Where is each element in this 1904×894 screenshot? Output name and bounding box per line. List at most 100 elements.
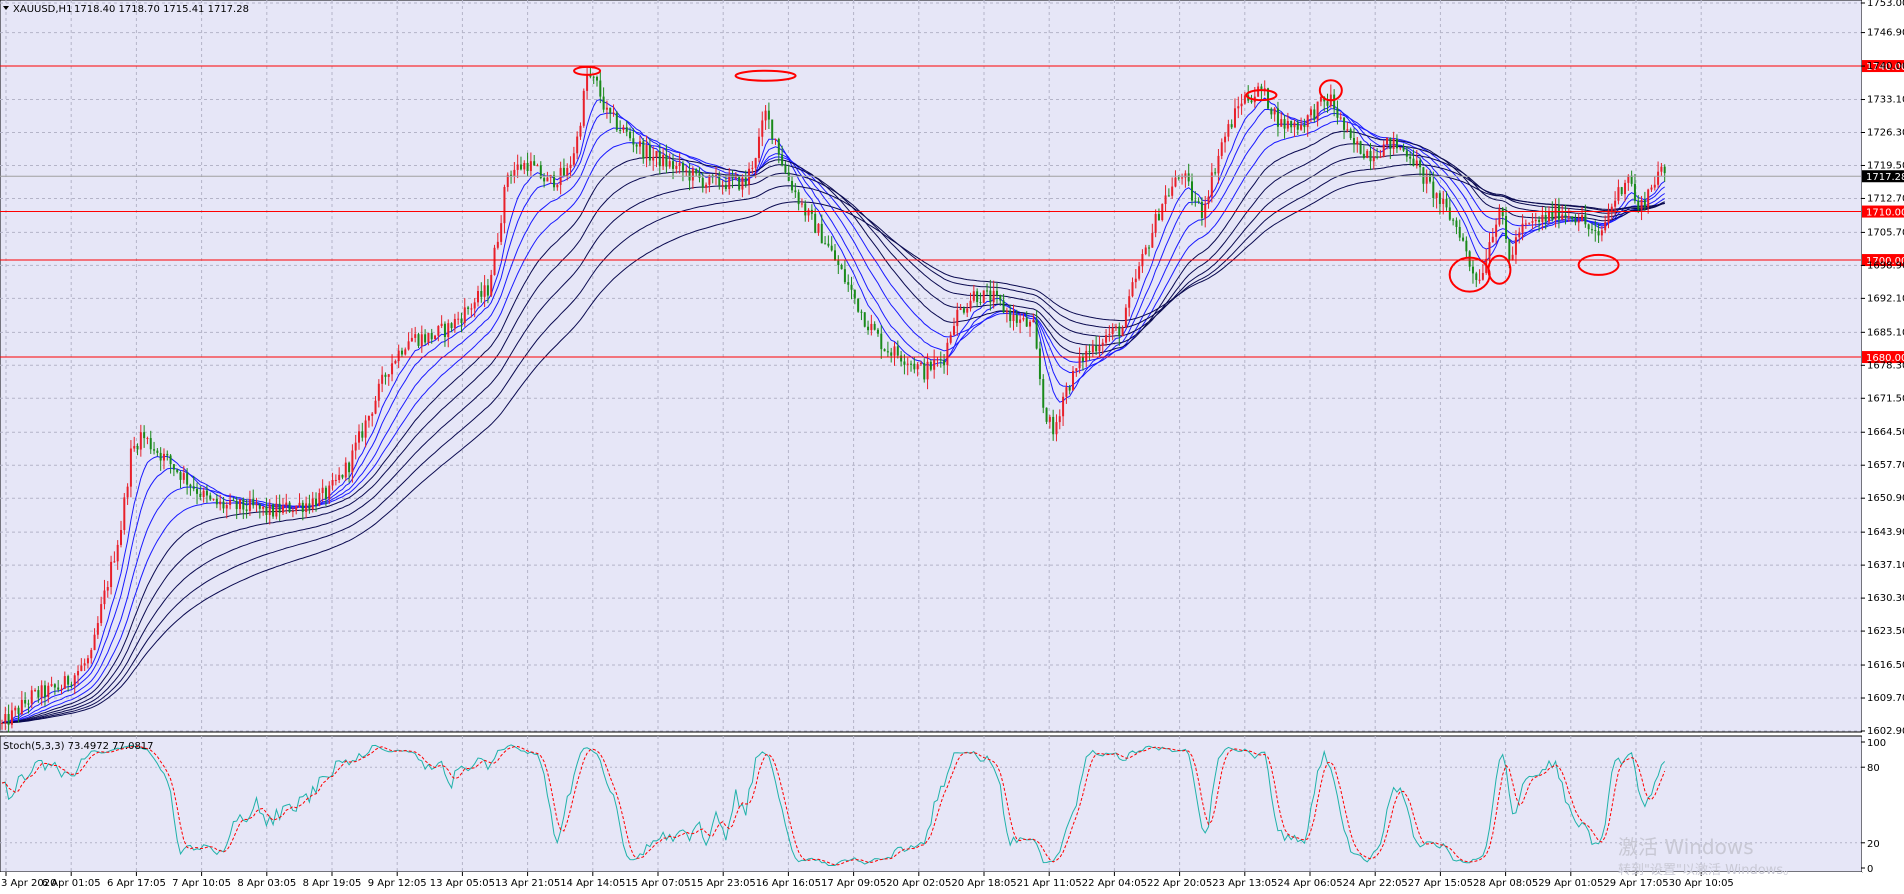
time-tick-label: 24 Apr 06:05 [1277,878,1342,889]
candle-body [576,136,579,154]
candle-body [523,162,526,170]
stochastic-panel[interactable] [0,735,1863,873]
candle-body [863,312,866,327]
candle-body [1224,136,1227,143]
candle-body [490,274,493,296]
chart-window[interactable]: 1740.001710.001700.001680.001717.28 1753… [0,0,1904,894]
candle-body [1452,219,1455,221]
candle-body [741,177,744,190]
candle-body [1402,147,1405,151]
time-tick-label: 20 Apr 02:05 [886,878,951,889]
candle-body [645,145,648,159]
price-tick-label: 1685.10 [1867,327,1904,338]
candle-body [1052,416,1055,435]
candle-body [407,341,410,350]
candle-body [1438,193,1441,204]
candle-body [106,587,109,591]
candle-body [1326,101,1329,106]
candle-body [1419,160,1422,168]
candle-body [1280,119,1283,127]
candle-body [1511,254,1514,261]
candle-body [1581,215,1584,221]
candle-body [308,503,311,510]
candle-body [179,472,182,480]
candle-body [1395,139,1398,149]
candle-body [83,663,86,666]
candle-body [1191,181,1193,201]
time-tick-label: 15 Apr 07:05 [625,878,690,889]
candle-body [116,544,119,562]
candle-body [281,505,284,513]
candle-body [1488,242,1491,259]
candle-body [691,168,694,181]
candle-body [1521,223,1524,233]
candle-body [890,352,893,356]
candle-body [1491,236,1494,243]
candle-body [926,361,929,380]
candle-body [394,361,397,364]
candle-body [1184,173,1187,178]
candle-body [486,285,489,296]
candle-body [186,473,189,485]
candle-body [1015,314,1018,323]
candle-body [1445,198,1448,208]
candle-body [900,355,903,362]
candle-body [242,499,245,510]
time-tick-label: 7 Apr 10:05 [172,878,231,889]
candle-body [80,665,83,672]
candle-body [73,675,76,686]
candle-body [437,326,440,336]
candle-body [189,484,192,487]
candle-body [414,334,417,338]
candle-body [1293,122,1296,128]
candle-body [162,453,165,461]
candle-body [1640,200,1643,210]
candle-body [463,307,466,323]
candle-body [642,141,645,159]
candle-body [995,290,998,296]
stochastic-tick-label: 80 [1867,763,1880,774]
price-tick-label: 1753.00 [1867,0,1904,9]
candle-body [298,502,301,506]
candle-body [27,703,30,705]
time-tick-label: 29 Apr 01:05 [1538,878,1603,889]
candle-body [605,107,608,110]
candle-body [949,334,952,343]
candle-body [1643,200,1646,208]
candle-body [417,334,420,346]
candle-body [913,363,916,370]
candle-body [447,323,450,337]
price-tick-label: 1650.90 [1867,493,1904,504]
candle-body [1610,206,1613,211]
candle-body [315,498,318,506]
candle-body [328,485,331,499]
candle-body [1412,158,1415,166]
candle-body [1617,187,1620,201]
candle-body [619,129,622,131]
candle-body [1005,310,1008,313]
candle-body [592,76,595,78]
candle-body [751,167,754,169]
candle-body [883,349,886,352]
candle-body [1131,282,1134,297]
candle-body [275,503,278,517]
candle-body [1339,117,1342,119]
candle-body [1075,368,1078,371]
candle-body [1214,172,1217,174]
candle-body [1524,223,1527,225]
candle-body [870,323,873,331]
candle-body [172,464,175,470]
candle-body [1389,137,1392,149]
candle-body [1587,224,1590,230]
candle-body [929,361,932,370]
candle-body [1481,272,1484,280]
candle-body [1584,215,1587,225]
candle-body [1167,195,1170,197]
candle-body [159,452,162,461]
candle-body [880,333,883,350]
candle-body [1098,345,1101,352]
candle-body [1624,182,1627,195]
candle-body [397,350,400,362]
candle-body [1541,214,1544,222]
candle-body [814,213,817,233]
